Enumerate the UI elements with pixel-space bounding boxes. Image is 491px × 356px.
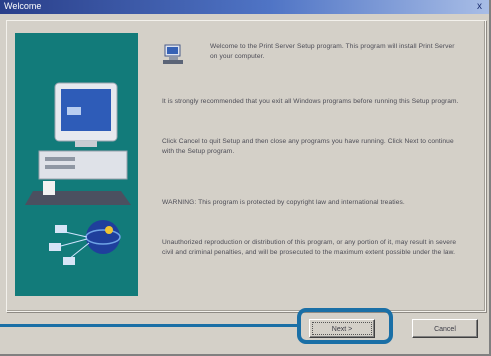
copyright-warning: WARNING: This program is protected by co… bbox=[162, 199, 405, 206]
setup-illustration bbox=[15, 33, 138, 296]
window-title: Welcome bbox=[4, 1, 42, 11]
recommend-exit-text: It is strongly recommended that you exit… bbox=[162, 98, 459, 105]
callout-pointer-line bbox=[0, 324, 298, 327]
legal-notice: Unauthorized reproduction or distributio… bbox=[162, 239, 457, 256]
next-button-highlight bbox=[297, 308, 393, 344]
setup-dialog: Welcome x Welcome to the Print Server Se… bbox=[0, 0, 491, 356]
computer-setup-icon bbox=[162, 42, 186, 66]
cancel-button[interactable]: Cancel bbox=[412, 319, 478, 338]
computer-network-art-icon bbox=[15, 33, 138, 296]
welcome-text: Welcome to the Print Server Setup progra… bbox=[210, 43, 455, 60]
cancel-next-instructions: Click Cancel to quit Setup and then clos… bbox=[162, 138, 454, 155]
close-button[interactable]: x bbox=[474, 1, 485, 12]
title-bar[interactable]: Welcome x bbox=[0, 0, 489, 14]
